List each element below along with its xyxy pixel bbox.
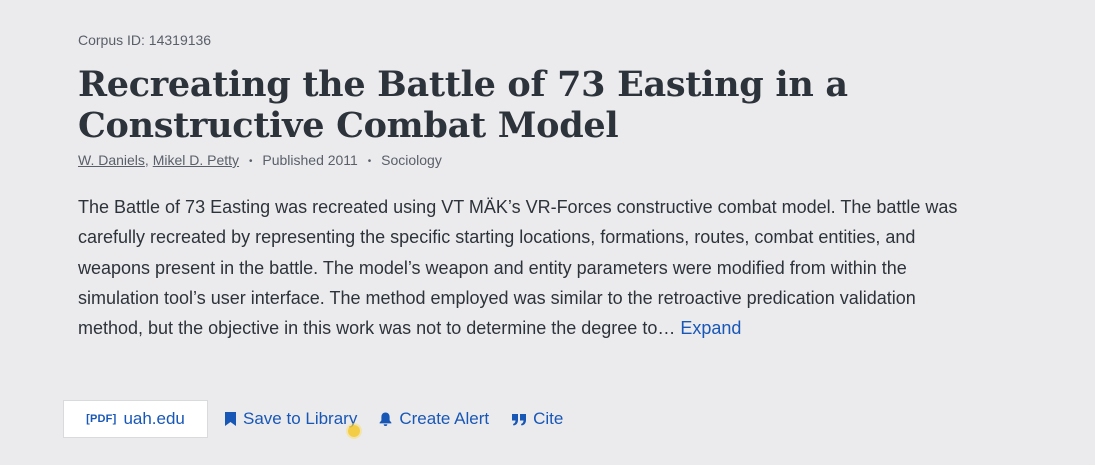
paper-title: Recreating the Battle of 73 Easting in a…: [78, 64, 848, 146]
save-to-library-button[interactable]: Save to Library: [225, 409, 357, 429]
corpus-id: Corpus ID: 14319136: [78, 32, 212, 48]
author-separator: ,: [144, 152, 149, 168]
author-link[interactable]: W. Daniels: [78, 152, 145, 168]
action-bar: [PDF] uah.edu Save to Library Create Ale…: [63, 400, 563, 438]
pdf-icon: [PDF]: [86, 413, 117, 425]
meta-separator: •: [248, 156, 253, 167]
bookmark-icon: [225, 412, 236, 426]
mouse-cursor-indicator: [348, 425, 360, 437]
cite-label: Cite: [533, 409, 564, 428]
field-of-study: Sociology: [381, 152, 442, 168]
save-to-library-label: Save to Library: [243, 409, 358, 428]
expand-link[interactable]: Expand: [680, 318, 741, 338]
author-link[interactable]: Mikel D. Petty: [153, 152, 239, 168]
pdf-link-button[interactable]: [PDF] uah.edu: [63, 400, 208, 438]
create-alert-button[interactable]: Create Alert: [379, 409, 489, 429]
publication-date: Published 2011: [262, 152, 358, 168]
pdf-source-label: uah.edu: [123, 409, 185, 428]
paper-meta: W. Daniels, Mikel D. Petty • Published 2…: [78, 152, 442, 168]
meta-separator: •: [367, 156, 372, 167]
abstract-text: The Battle of 73 Easting was recreated u…: [78, 197, 958, 339]
cite-button[interactable]: Cite: [512, 409, 563, 429]
bell-icon: [379, 412, 392, 426]
create-alert-label: Create Alert: [399, 409, 490, 428]
abstract: The Battle of 73 Easting was recreated u…: [78, 192, 973, 343]
quote-icon: [512, 413, 527, 425]
